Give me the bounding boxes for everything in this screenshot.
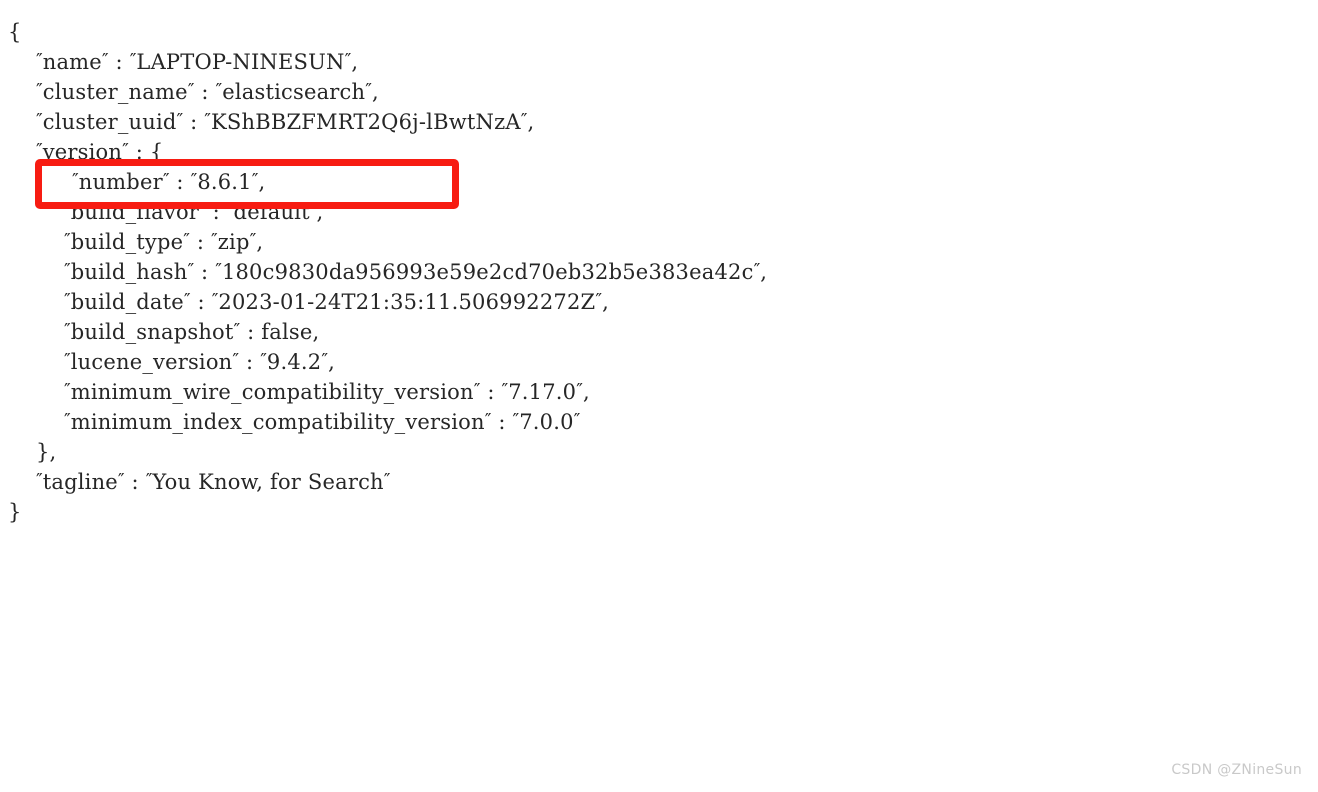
quote-glyph: ″ — [215, 80, 223, 101]
json-line: ″lucene_version″ : ″9.4.2″, — [64, 350, 335, 374]
quote-glyph: ″ — [187, 260, 195, 281]
quote-glyph: ″ — [309, 200, 317, 221]
json-line: ″build_type″ : ″zip″, — [64, 230, 264, 254]
json-line: ″name″ : ″LAPTOP-NINESUN″, — [36, 50, 359, 74]
quote-glyph: ″ — [64, 350, 71, 371]
json-line: ″number″ : ″8.6.1″, — [64, 170, 258, 194]
quote-glyph: ″ — [595, 290, 603, 311]
quote-glyph: ″ — [232, 350, 240, 371]
quote-glyph: ″ — [182, 170, 190, 191]
quote-glyph: ″ — [344, 50, 352, 71]
quote-glyph: ″ — [211, 230, 218, 251]
quote-glyph: ″ — [753, 260, 761, 281]
json-line: } — [8, 500, 22, 524]
quote-glyph: ″ — [473, 380, 481, 401]
json-response-text: { ″name″ : ″LAPTOP-NINESUN″, ″cluster_name… — [0, 17, 1318, 527]
quote-glyph: ″ — [365, 80, 372, 101]
json-line: { — [8, 20, 22, 44]
quote-glyph: ″ — [226, 200, 234, 221]
quote-glyph: ″ — [383, 470, 391, 491]
quote-glyph: ″ — [520, 110, 528, 131]
json-line: }, — [36, 440, 57, 464]
quote-glyph: ″ — [36, 110, 43, 131]
quote-glyph: ″ — [64, 200, 71, 221]
quote-glyph: ″ — [64, 230, 71, 251]
quote-glyph: ″ — [64, 320, 71, 341]
quote-glyph: ″ — [260, 350, 267, 371]
quote-glyph: ″ — [64, 290, 71, 311]
quote-glyph: ″ — [501, 380, 509, 401]
quote-glyph: ″ — [176, 110, 184, 131]
quote-glyph: ″ — [36, 470, 43, 491]
quote-glyph: ″ — [249, 230, 257, 251]
quote-glyph: ″ — [183, 290, 191, 311]
json-line: ″build_flavor″ : ″default″, — [64, 200, 324, 224]
csdn-watermark: CSDN @ZNineSun — [1171, 762, 1302, 778]
quote-glyph: ″ — [64, 170, 71, 191]
quote-glyph: ″ — [117, 470, 125, 491]
json-line: ″minimum_index_compatibility_version″ : … — [64, 410, 581, 434]
quote-glyph: ″ — [204, 110, 212, 131]
json-line: ″build_date″ : ″2023-01-24T21:35:11.5069… — [64, 290, 609, 314]
quote-glyph: ″ — [36, 140, 43, 161]
quote-glyph: ″ — [199, 200, 206, 221]
json-line: ″build_hash″ : ″180c9830da956993e59e2cd7… — [64, 260, 768, 284]
json-line: ″tagline″ : ″You Know, for Search″ — [36, 470, 391, 494]
quote-glyph: ″ — [122, 140, 129, 161]
json-line: ″version″ : { — [36, 140, 164, 164]
quote-glyph: ″ — [101, 50, 109, 71]
quote-glyph: ″ — [129, 50, 137, 71]
quote-glyph: ″ — [187, 80, 195, 101]
json-line: ″cluster_name″ : ″elasticsearch″, — [36, 80, 379, 104]
json-line: ″build_snapshot″ : false, — [64, 320, 320, 344]
json-line: ″cluster_uuid″ : ″KShBBZFMRT2Q6j-lBwtNzA… — [36, 110, 535, 134]
quote-glyph: ″ — [36, 50, 43, 71]
quote-glyph: ″ — [36, 80, 43, 101]
quote-glyph: ″ — [64, 260, 71, 281]
quote-glyph: ″ — [183, 230, 190, 251]
quote-glyph: ″ — [145, 470, 153, 491]
quote-glyph: ″ — [215, 260, 222, 281]
quote-glyph: ″ — [512, 410, 520, 431]
quote-glyph: ″ — [243, 170, 251, 191]
quote-glyph: ″ — [233, 320, 241, 341]
quote-glyph: ″ — [573, 410, 581, 431]
quote-glyph: ″ — [576, 380, 583, 401]
quote-glyph: ″ — [154, 170, 162, 191]
quote-glyph: ″ — [64, 410, 71, 431]
quote-glyph: ″ — [64, 380, 71, 401]
json-line: ″minimum_wire_compatibility_version″ : ″… — [64, 380, 590, 404]
quote-glyph: ″ — [211, 290, 219, 311]
quote-glyph: ″ — [484, 410, 492, 431]
quote-glyph: ″ — [321, 350, 329, 371]
